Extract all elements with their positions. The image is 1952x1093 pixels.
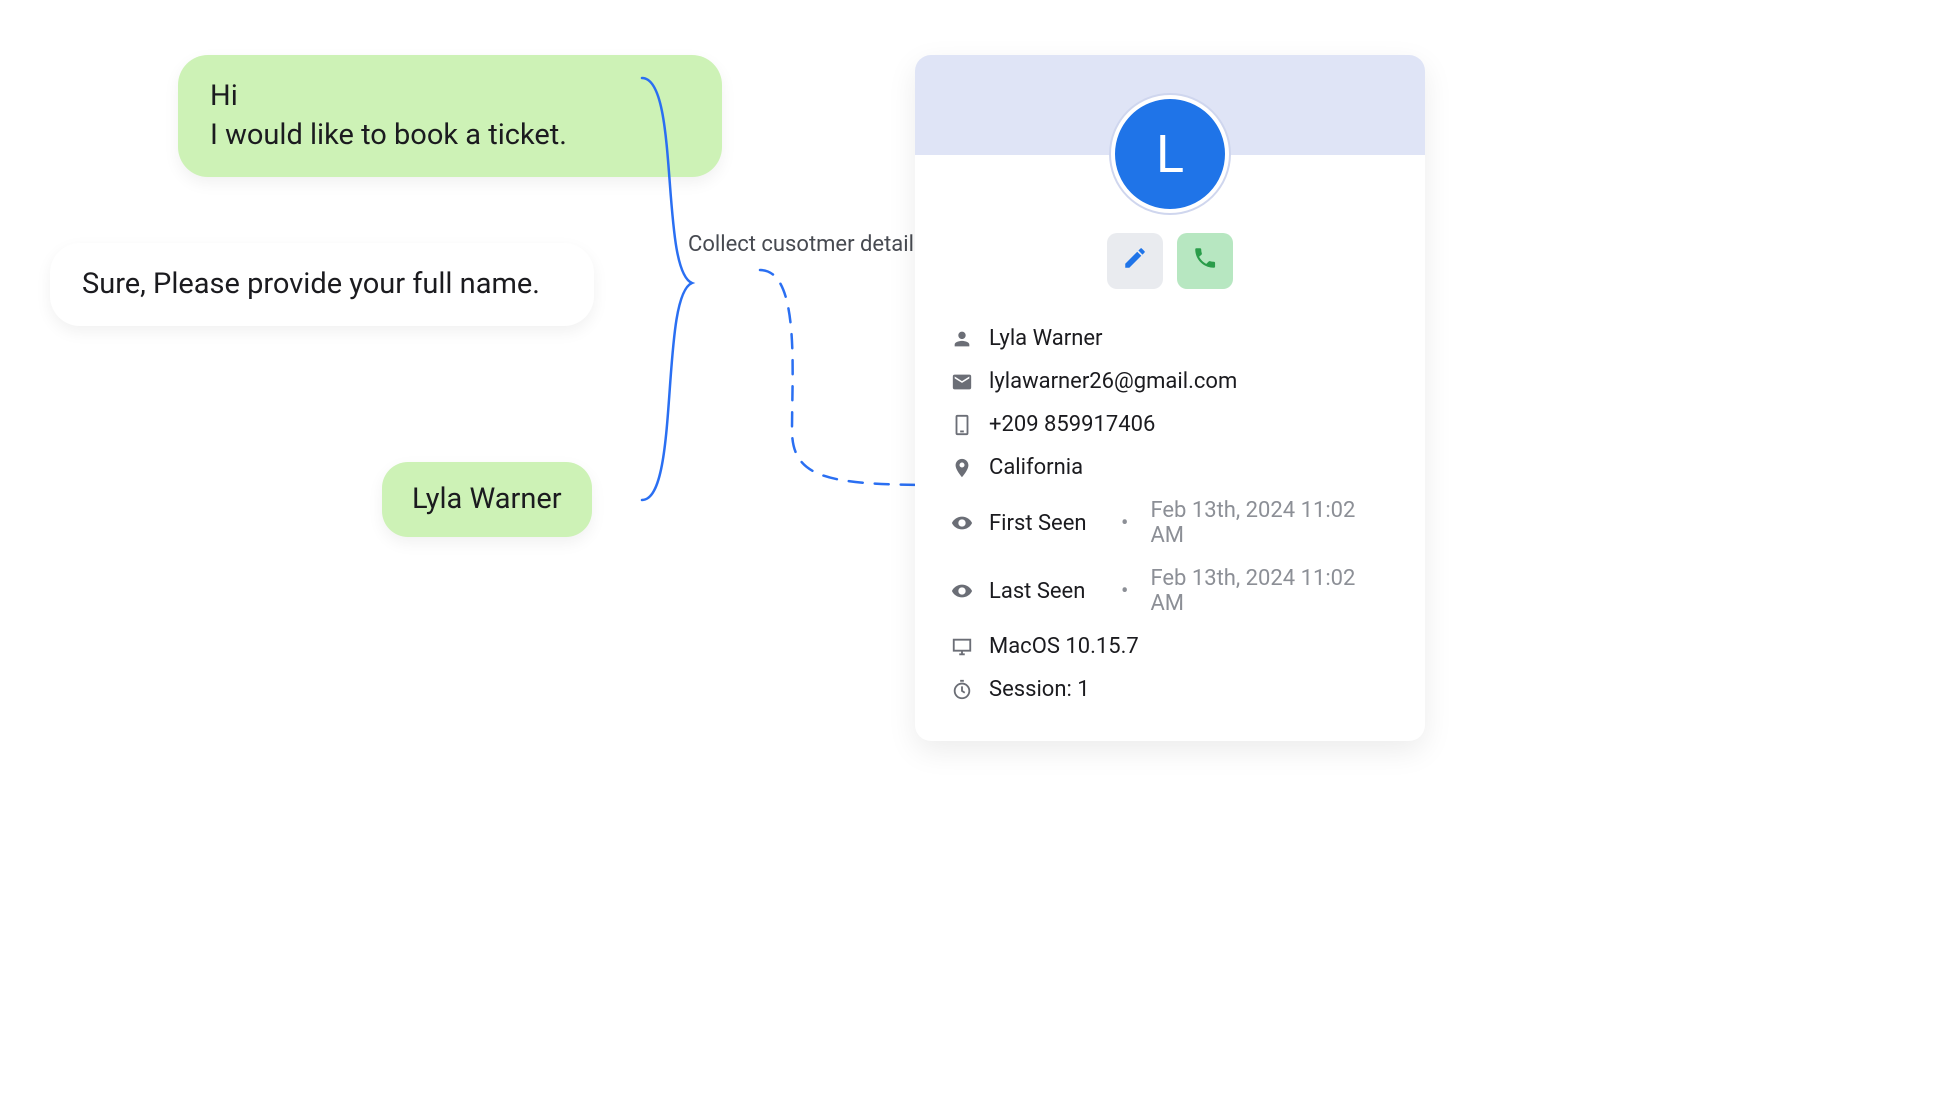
- chat-text: Hi: [210, 77, 690, 116]
- pencil-icon: [1122, 245, 1148, 278]
- detail-row-name: Lyla Warner: [951, 317, 1389, 360]
- person-icon: [951, 328, 973, 350]
- eye-icon: [951, 512, 973, 534]
- detail-row-email: lylawarner26@gmail.com: [951, 360, 1389, 403]
- customer-email: lylawarner26@gmail.com: [989, 369, 1237, 394]
- separator-dot: •: [1115, 579, 1134, 604]
- mail-icon: [951, 371, 973, 393]
- first-seen-value: Feb 13th, 2024 11:02 AM: [1150, 498, 1389, 548]
- chat-text: Sure, Please provide your full name.: [82, 265, 562, 304]
- first-seen-label: First Seen: [989, 511, 1099, 536]
- eye-icon: [951, 580, 973, 602]
- annotation-label: Collect cusotmer details: [688, 232, 925, 257]
- panel-header: L: [915, 55, 1425, 155]
- panel-actions: [915, 233, 1425, 289]
- chat-text: I would like to book a ticket.: [210, 116, 690, 155]
- detail-row-last-seen: Last Seen • Feb 13th, 2024 11:02 AM: [951, 557, 1389, 625]
- customer-session: Session: 1: [989, 677, 1090, 702]
- customer-device: MacOS 10.15.7: [989, 634, 1139, 659]
- chat-text: Lyla Warner: [412, 482, 562, 516]
- monitor-icon: [951, 636, 973, 658]
- avatar-initial: L: [1156, 124, 1184, 185]
- detail-row-session: Session: 1: [951, 668, 1389, 711]
- edit-button[interactable]: [1107, 233, 1163, 289]
- customer-details-list: Lyla Warner lylawarner26@gmail.com +209 …: [915, 317, 1425, 741]
- phone-icon: [1192, 245, 1218, 278]
- customer-location: California: [989, 455, 1083, 480]
- customer-avatar: L: [1111, 95, 1229, 213]
- chat-bubble-agent-1: Sure, Please provide your full name.: [50, 243, 594, 326]
- location-pin-icon: [951, 457, 973, 479]
- detail-row-phone: +209 859917406: [951, 403, 1389, 446]
- customer-phone: +209 859917406: [989, 412, 1155, 437]
- detail-row-device: MacOS 10.15.7: [951, 625, 1389, 668]
- last-seen-label: Last Seen: [989, 579, 1099, 604]
- detail-row-first-seen: First Seen • Feb 13th, 2024 11:02 AM: [951, 489, 1389, 557]
- brace-connector: [640, 70, 720, 520]
- smartphone-icon: [951, 414, 973, 436]
- customer-name: Lyla Warner: [989, 326, 1102, 351]
- detail-row-location: California: [951, 446, 1389, 489]
- customer-details-panel: L Lyla Warner lylawarner26@gmail.com: [915, 55, 1425, 741]
- last-seen-value: Feb 13th, 2024 11:02 AM: [1150, 566, 1389, 616]
- call-button[interactable]: [1177, 233, 1233, 289]
- stopwatch-icon: [951, 679, 973, 701]
- separator-dot: •: [1115, 511, 1134, 536]
- chat-bubble-customer-2: Lyla Warner: [382, 462, 592, 537]
